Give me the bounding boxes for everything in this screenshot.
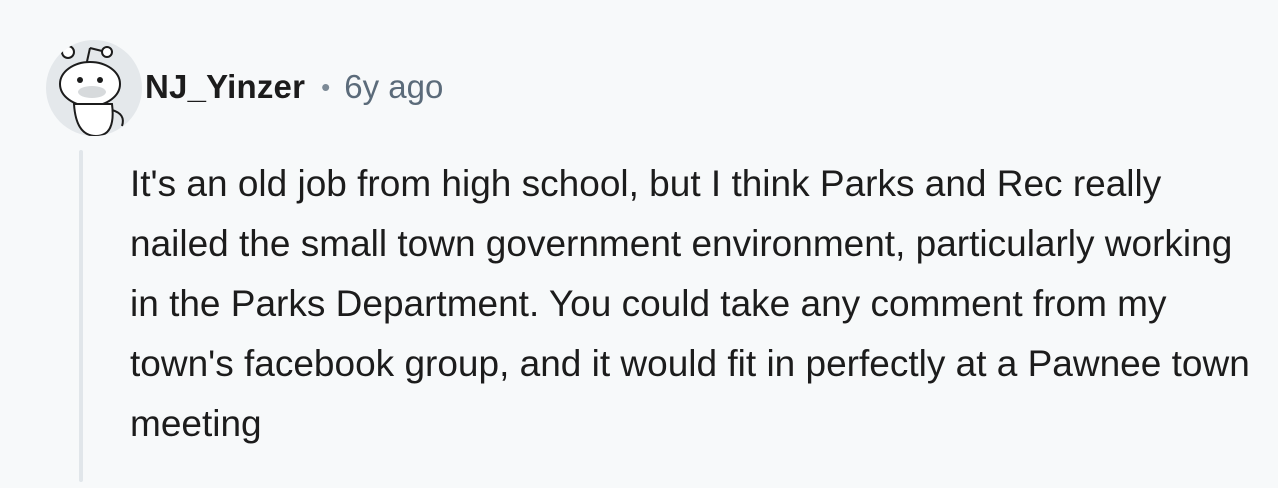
comment-timestamp[interactable]: 6y ago — [344, 68, 443, 106]
user-avatar[interactable] — [46, 40, 142, 136]
comment-body: It's an old job from high school, but I … — [130, 163, 1250, 444]
thread-collapse-line[interactable] — [79, 150, 83, 482]
comment-header: NJ_Yinzer • 6y ago — [145, 64, 443, 110]
snoo-avatar-icon — [59, 45, 124, 136]
separator-dot: • — [321, 71, 331, 102]
comment: NJ_Yinzer • 6y ago It's an old job from … — [0, 0, 1278, 488]
username-link[interactable]: NJ_Yinzer — [145, 68, 305, 106]
